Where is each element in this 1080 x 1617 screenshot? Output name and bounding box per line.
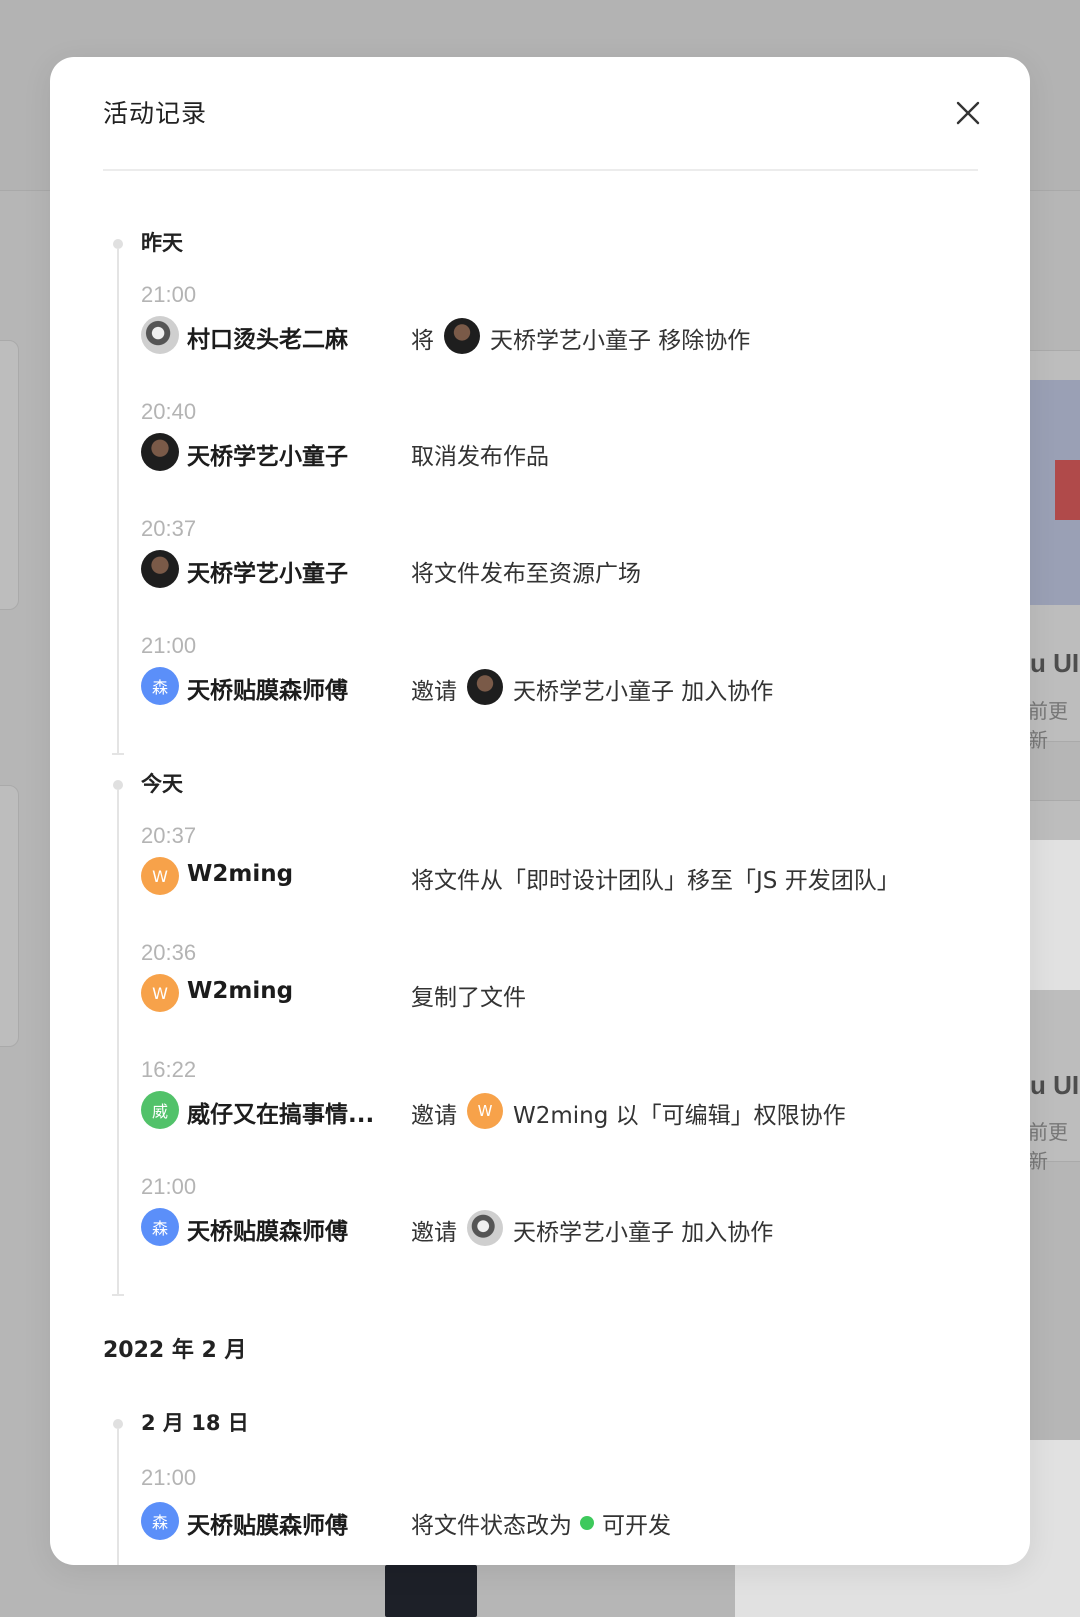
user-name[interactable]: 天桥贴膜森师傅	[187, 1212, 348, 1246]
status-dot-icon	[580, 1516, 594, 1530]
user-name[interactable]: 村口烫头老二麻	[187, 320, 348, 354]
action-target-text: 天桥学艺小童子 加入协作	[513, 1220, 774, 1246]
entry-time: 20:40	[141, 399, 197, 424]
activity-entry: 村口烫头老二麻 将 天桥学艺小童子 移除协作	[141, 316, 1001, 356]
activity-description: 邀请 W W2ming 以「可编辑」权限协作	[411, 1093, 846, 1131]
activity-entry: W W2ming 将文件从「即时设计团队」移至「JS 开发团队」	[141, 857, 1001, 897]
action-text: 将	[411, 328, 434, 354]
background-card-title: u UI	[1030, 1070, 1080, 1100]
user-name[interactable]: W2ming	[187, 861, 293, 887]
activity-description: 取消发布作品	[411, 437, 549, 471]
user-name[interactable]: 威仔又在搞事情...	[187, 1095, 374, 1129]
action-text: 取消发布作品	[411, 444, 549, 470]
action-target-text: 天桥学艺小童子 移除协作	[490, 328, 751, 354]
user-avatar: 森	[141, 1208, 179, 1246]
entry-time: 21:00	[141, 633, 197, 658]
user-avatar	[141, 550, 179, 588]
user-name[interactable]: 天桥贴膜森师傅	[187, 1506, 348, 1540]
user-name[interactable]: 天桥学艺小童子	[187, 437, 348, 471]
status-label: 可开发	[602, 1513, 671, 1539]
user-avatar: 威	[141, 1091, 179, 1129]
background-card	[0, 340, 19, 610]
user-avatar	[141, 316, 179, 354]
action-text: 邀请	[411, 1103, 457, 1129]
user-name[interactable]: W2ming	[187, 978, 293, 1004]
target-user-avatar	[467, 669, 503, 705]
target-user-avatar	[467, 1210, 503, 1246]
activity-entry: W W2ming 复制了文件	[141, 974, 1001, 1014]
header-divider	[103, 169, 978, 171]
action-text: 邀请	[411, 679, 457, 705]
user-avatar: W	[141, 857, 179, 895]
activity-description: 将文件状态改为 可开发	[411, 1506, 671, 1540]
target-user-avatar: W	[467, 1093, 503, 1129]
activity-entry: 森天桥贴膜森师傅 邀请 天桥学艺小童子 加入协作	[141, 667, 1001, 707]
action-text: 复制了文件	[411, 985, 526, 1011]
timeline-line	[117, 249, 119, 753]
activity-description: 将 天桥学艺小童子 移除协作	[411, 318, 751, 356]
user-avatar: W	[141, 974, 179, 1012]
entry-time: 20:36	[141, 940, 197, 965]
entry-time: 21:00	[141, 1465, 197, 1490]
modal-title: 活动记录	[103, 99, 208, 128]
activity-entry: 天桥学艺小童子 将文件发布至资源广场	[141, 550, 1001, 590]
user-name[interactable]: 天桥学艺小童子	[187, 554, 348, 588]
entry-time: 20:37	[141, 823, 197, 848]
background-card	[0, 785, 19, 1047]
activity-description: 邀请 天桥学艺小童子 加入协作	[411, 1210, 774, 1248]
action-target-text: 天桥学艺小童子 加入协作	[513, 679, 774, 705]
timeline-line	[117, 790, 119, 1294]
activity-entry: 天桥学艺小童子 取消发布作品	[141, 433, 1001, 473]
background-card-subtitle: 前更新	[1028, 699, 1068, 752]
month-label: 2022 年 2 月	[103, 1338, 247, 1363]
close-icon	[956, 101, 980, 125]
action-text: 邀请	[411, 1220, 457, 1246]
timeline-dot	[113, 239, 123, 249]
activity-entry: 森天桥贴膜森师傅 邀请 天桥学艺小童子 加入协作	[141, 1208, 1001, 1248]
background-thumbnail	[1030, 840, 1080, 990]
background-card-title: u UI	[1030, 648, 1080, 678]
activity-entry: 森天桥贴膜森师傅 将文件状态改为 可开发	[141, 1502, 1001, 1542]
target-user-avatar	[444, 318, 480, 354]
activity-description: 邀请 天桥学艺小童子 加入协作	[411, 669, 774, 707]
day-label: 昨天	[141, 231, 183, 255]
activity-entry: 威威仔又在搞事情... 邀请 W W2ming 以「可编辑」权限协作	[141, 1091, 1001, 1131]
activity-description: 将文件从「即时设计团队」移至「JS 开发团队」	[411, 861, 900, 895]
background-thumbnail-accent	[1055, 460, 1080, 520]
timeline-line	[117, 1429, 119, 1565]
timeline-dot	[113, 780, 123, 790]
activity-description: 将文件发布至资源广场	[411, 554, 641, 588]
action-text: 将文件状态改为	[411, 1513, 572, 1539]
activity-log-modal: 活动记录 昨天 21:00 村口烫头老二麻 将 天桥学艺小童子 移除协作 20:40 天桥学…	[50, 57, 1030, 1565]
action-target-text: W2ming 以「可编辑」权限协作	[513, 1103, 846, 1129]
background-thumbnail	[385, 1565, 477, 1617]
day-label: 2 月 18 日	[141, 1411, 249, 1435]
user-avatar	[141, 433, 179, 471]
close-button[interactable]	[950, 95, 986, 131]
action-text: 将文件发布至资源广场	[411, 561, 641, 587]
timeline-end-cap	[112, 753, 124, 755]
entry-time: 21:00	[141, 1174, 197, 1199]
user-avatar: 森	[141, 1502, 179, 1540]
timeline-dot	[113, 1419, 123, 1429]
activity-description: 复制了文件	[411, 978, 526, 1012]
user-avatar: 森	[141, 667, 179, 705]
background-card-subtitle: 前更新	[1028, 1120, 1068, 1173]
action-text: 将文件从「即时设计团队」移至「JS 开发团队」	[411, 868, 900, 894]
entry-time: 16:22	[141, 1057, 197, 1082]
day-label: 今天	[141, 772, 183, 796]
entry-time: 21:00	[141, 282, 197, 307]
user-name[interactable]: 天桥贴膜森师傅	[187, 671, 348, 705]
entry-time: 20:37	[141, 516, 197, 541]
timeline-end-cap	[112, 1294, 124, 1296]
